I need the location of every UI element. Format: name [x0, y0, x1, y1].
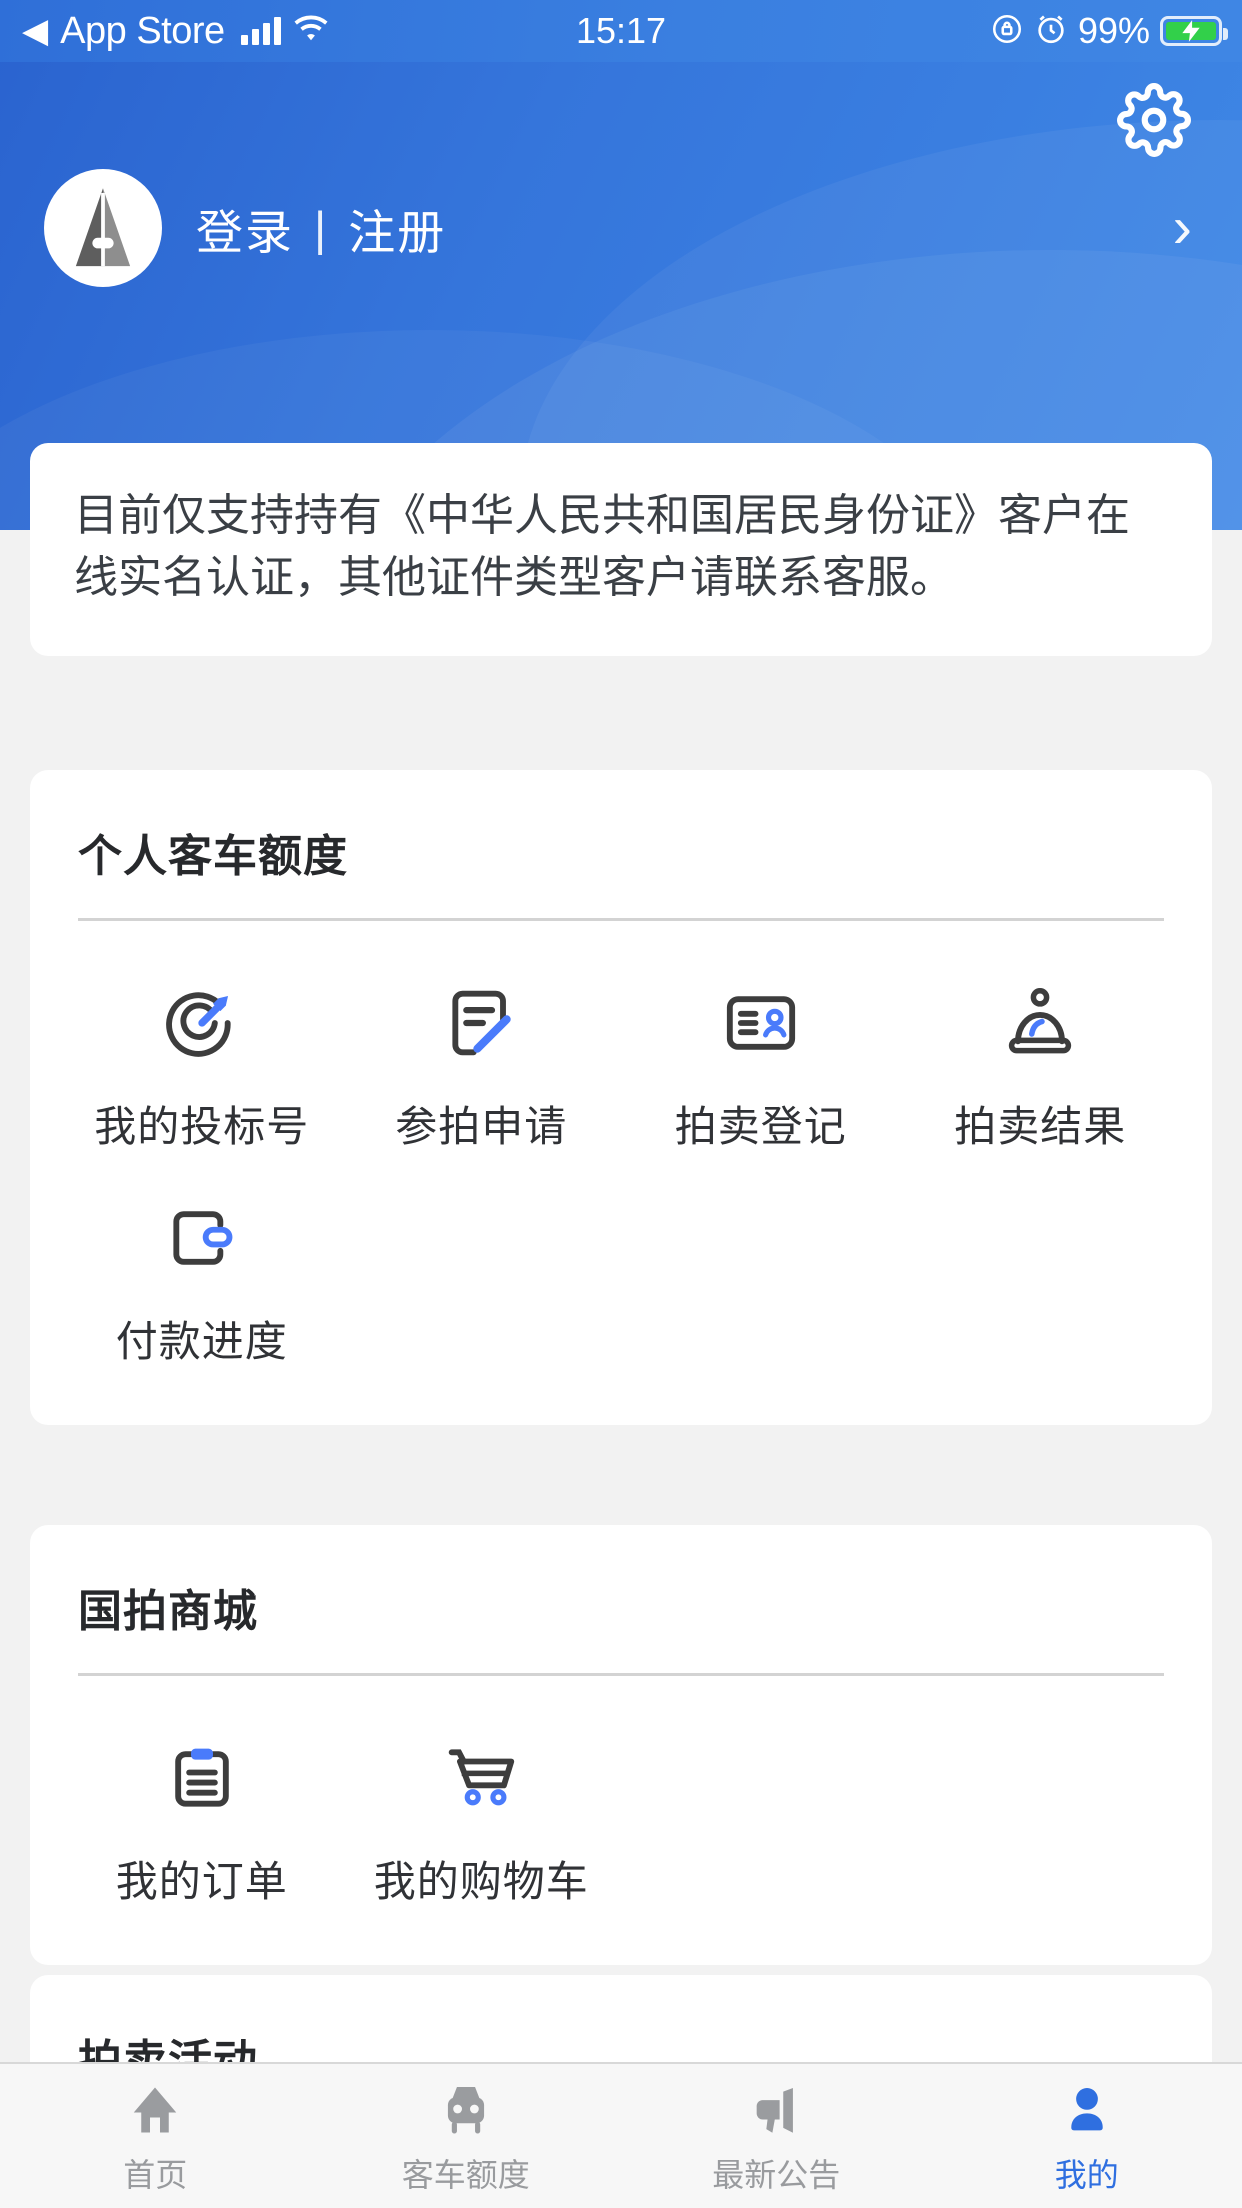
- tab-announcements[interactable]: 最新公告: [621, 2076, 932, 2196]
- section-mall: 国拍商城 我的订单 我的购物车: [30, 1525, 1212, 1965]
- menu-item-label: 参拍申请: [395, 1103, 568, 1150]
- menu-item-auction-result[interactable]: 拍卖结果: [901, 949, 1181, 1164]
- section-divider: [78, 1673, 1164, 1676]
- menu-item-my-cart[interactable]: 我的购物车: [342, 1704, 622, 1919]
- tab-label: 最新公告: [712, 2157, 841, 2193]
- triangle-left-icon[interactable]: ◀: [22, 14, 48, 48]
- menu-item-my-bid-number[interactable]: 我的投标号: [62, 949, 342, 1164]
- wifi-icon: [291, 14, 331, 49]
- tab-car-quota[interactable]: 客车额度: [311, 2076, 622, 2196]
- rotation-lock-icon: [990, 12, 1024, 51]
- mall-menu-grid: 我的订单 我的购物车: [62, 1704, 1180, 1919]
- signal-bars-icon: [240, 17, 281, 45]
- section-divider: [78, 918, 1164, 921]
- battery-percent-label: 99%: [1077, 10, 1150, 51]
- app-screen: 登录 | 注册 › ◀ App Store 15:17 99% 目前仅支持持有《…: [0, 0, 1242, 2208]
- status-bar-left: ◀ App Store: [0, 10, 430, 53]
- wallet-icon: [158, 1192, 246, 1284]
- section-header: 国拍商城: [62, 1575, 1180, 1676]
- section-title: 个人客车额度: [78, 832, 348, 881]
- tab-profile[interactable]: 我的: [932, 2076, 1242, 2196]
- document-pencil-icon: [437, 977, 525, 1069]
- notice-text: 目前仅支持持有《中华人民共和国居民身份证》客户在线实名认证，其他证件类型客户请联…: [74, 491, 1130, 603]
- section-title: 国拍商城: [78, 1587, 258, 1636]
- clipboard-list-icon: [158, 1732, 246, 1824]
- menu-item-label: 我的投标号: [94, 1103, 310, 1150]
- bottom-tab-bar: 首页 客车额度 最新公告 我的: [0, 2062, 1242, 2208]
- status-bar: ◀ App Store 15:17 99%: [0, 0, 1242, 62]
- person-icon: [1058, 2076, 1116, 2140]
- menu-item-label: 拍卖结果: [954, 1103, 1127, 1150]
- tab-label: 客车额度: [401, 2157, 530, 2193]
- target-dart-icon: [158, 977, 246, 1069]
- menu-item-label: 付款进度: [115, 1318, 288, 1365]
- profile-login-row[interactable]: 登录 | 注册 ›: [0, 168, 1242, 288]
- menu-item-label: 拍卖登记: [674, 1103, 847, 1150]
- car-icon: [435, 2076, 497, 2140]
- menu-item-payment-progress[interactable]: 付款进度: [62, 1164, 342, 1379]
- auction-bell-icon: [996, 977, 1084, 1069]
- megaphone-icon: [747, 2076, 805, 2140]
- shopping-cart-icon: [437, 1732, 525, 1824]
- gear-icon: [1117, 82, 1191, 162]
- section-header: 个人客车额度: [62, 820, 1180, 921]
- home-icon: [125, 2076, 185, 2140]
- back-app-label[interactable]: App Store: [60, 10, 225, 53]
- battery-charging-icon: [1160, 16, 1228, 46]
- login-separator: |: [314, 201, 329, 255]
- menu-item-auction-application[interactable]: 参拍申请: [342, 949, 622, 1164]
- section-personal-quota: 个人客车额度 我的投标号 参拍申请 拍卖登记 拍卖结果 付款进度: [30, 770, 1212, 1425]
- status-bar-right: 99%: [812, 10, 1242, 52]
- menu-item-label: 我的购物车: [373, 1858, 589, 1905]
- status-bar-clock: 15:17: [575, 10, 667, 51]
- menu-item-my-orders[interactable]: 我的订单: [62, 1704, 342, 1919]
- id-card-person-icon: [717, 977, 805, 1069]
- realname-notice-card: 目前仅支持持有《中华人民共和国居民身份证》客户在线实名认证，其他证件类型客户请联…: [30, 443, 1212, 656]
- tab-home[interactable]: 首页: [0, 2076, 311, 2196]
- tab-label: 首页: [123, 2157, 188, 2193]
- chevron-right-icon[interactable]: ›: [1173, 199, 1198, 257]
- menu-item-label: 我的订单: [115, 1858, 288, 1905]
- register-label[interactable]: 注册: [348, 194, 446, 263]
- login-label[interactable]: 登录: [196, 194, 294, 263]
- login-register-label[interactable]: 登录 | 注册: [196, 194, 446, 263]
- menu-item-auction-registration[interactable]: 拍卖登记: [621, 949, 901, 1164]
- settings-button[interactable]: [1114, 82, 1194, 162]
- default-avatar-icon: [44, 169, 162, 287]
- alarm-clock-icon: [1034, 12, 1068, 51]
- avatar[interactable]: [44, 169, 162, 287]
- tab-label: 我的: [1054, 2157, 1119, 2193]
- quota-menu-grid: 我的投标号 参拍申请 拍卖登记 拍卖结果 付款进度: [62, 949, 1180, 1379]
